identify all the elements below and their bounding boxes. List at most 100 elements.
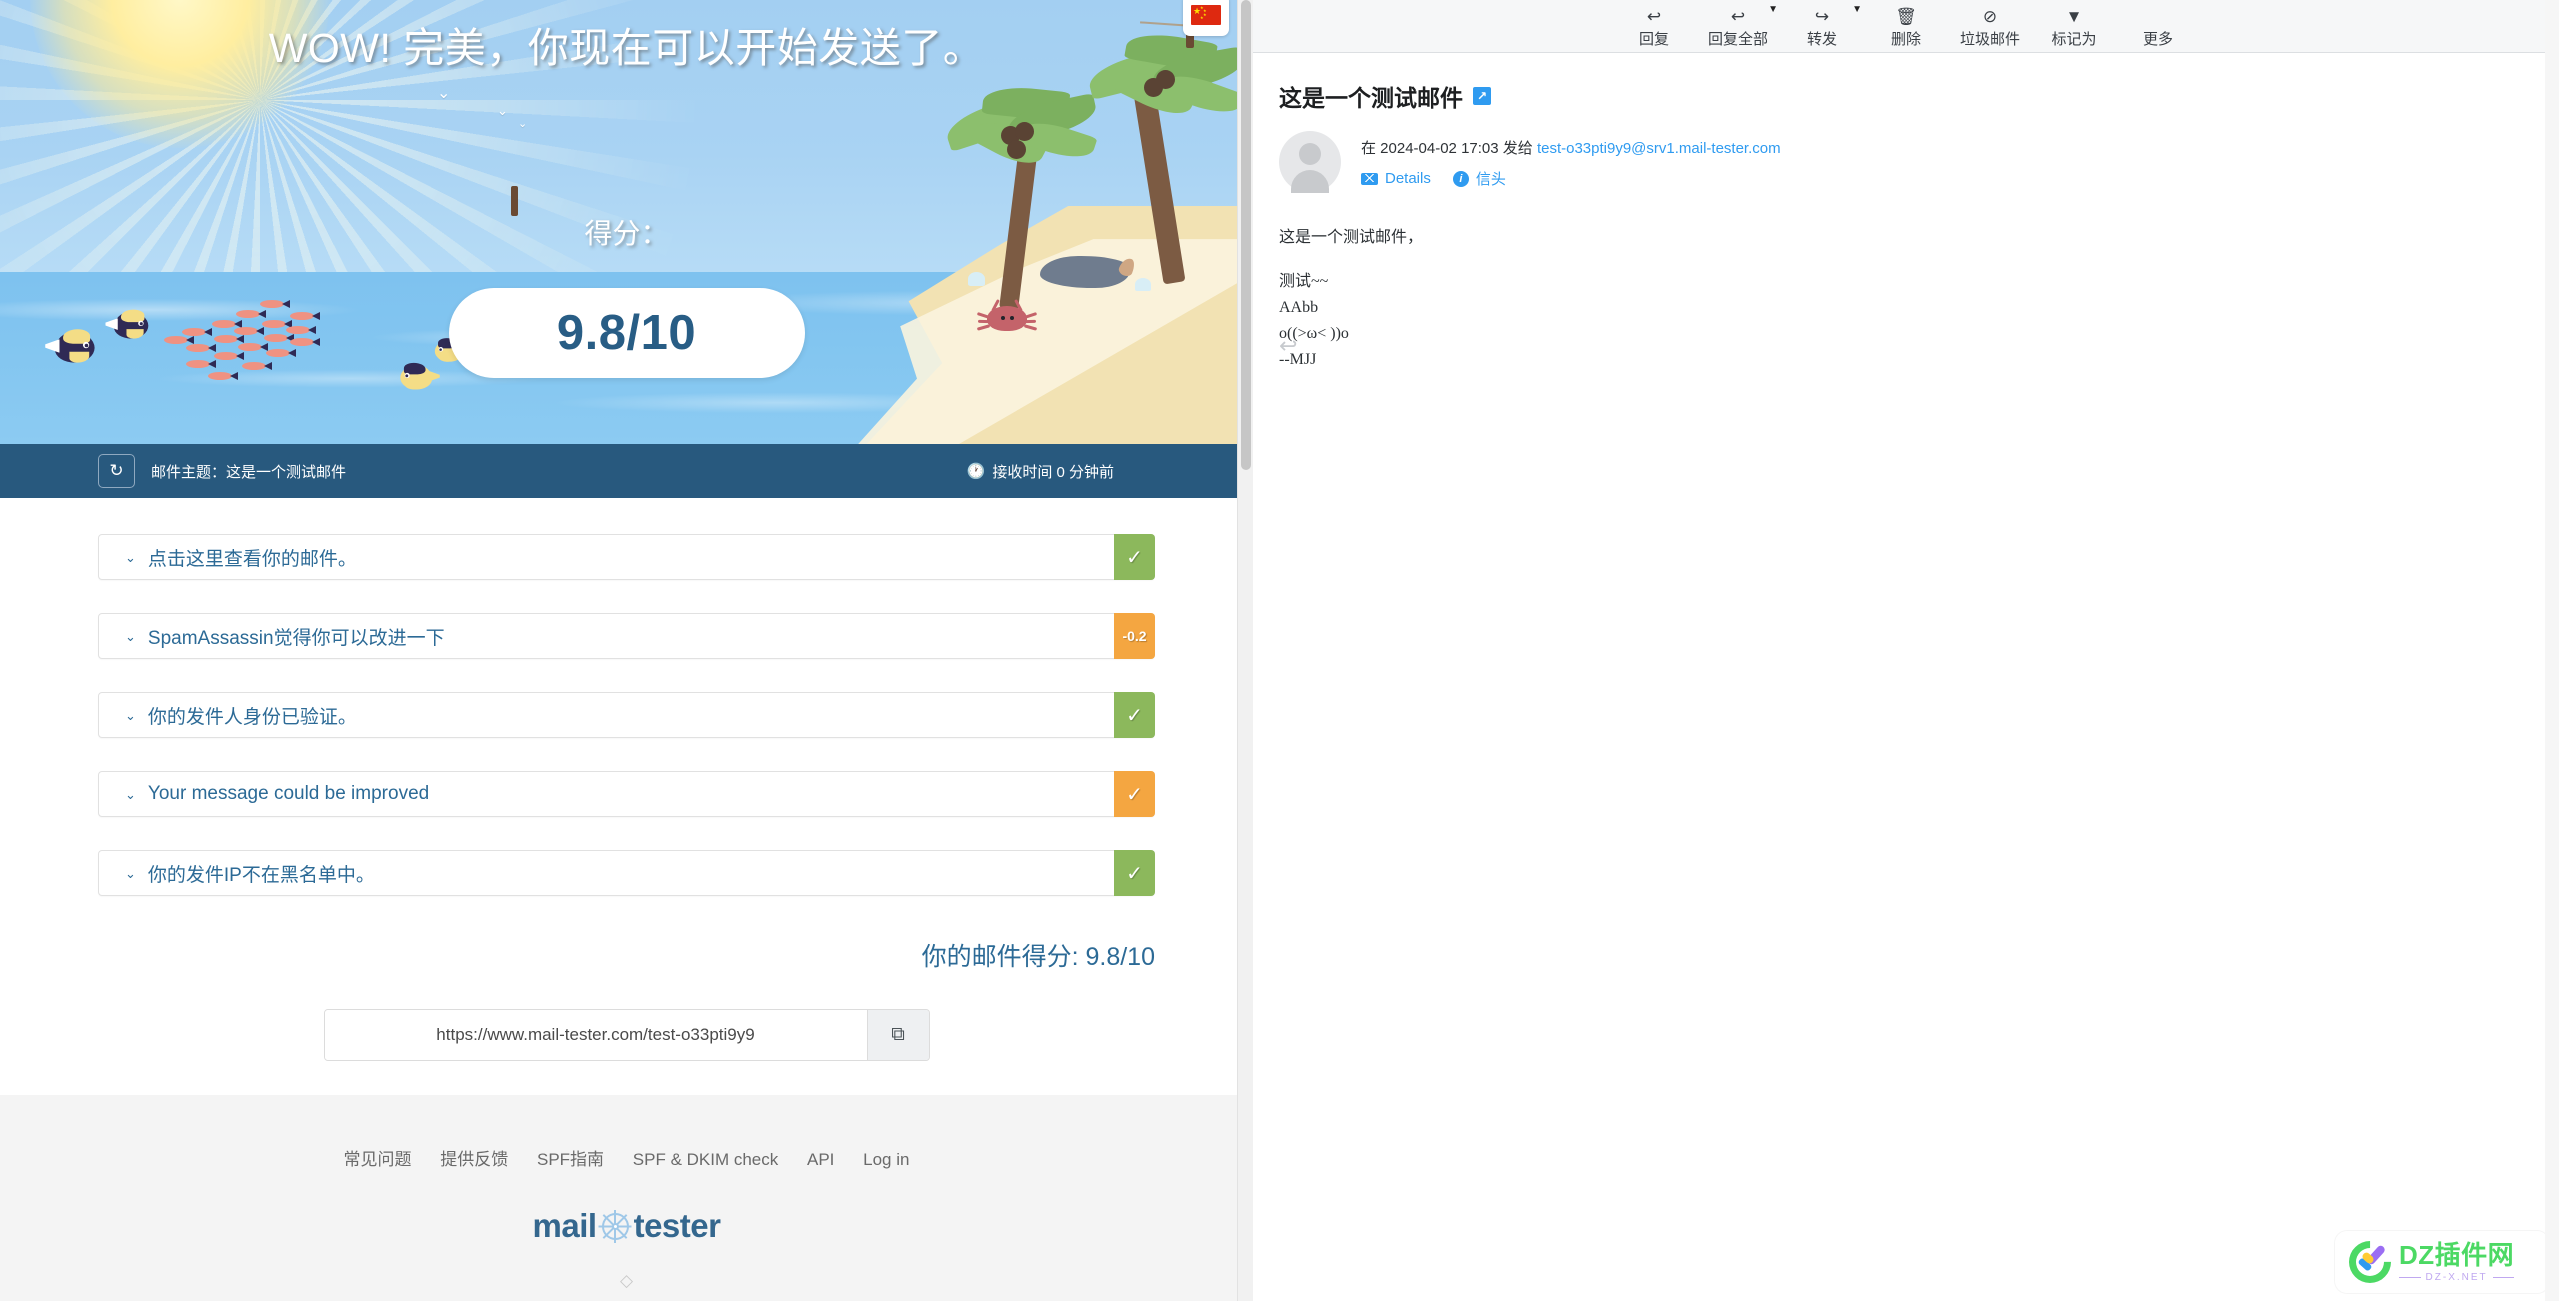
- chevron-down-icon: ⌄: [125, 786, 136, 802]
- footer-link-spf-guide[interactable]: SPF指南: [537, 1150, 604, 1169]
- more-button[interactable]: 更多: [2116, 8, 2200, 47]
- delete-button[interactable]: 🗑 删除: [1864, 8, 1948, 47]
- badge-value: -0.2: [1122, 628, 1147, 644]
- refresh-button[interactable]: ↻: [98, 454, 135, 488]
- watermark-subtitle: DZ-X.NET: [2425, 1271, 2488, 1283]
- reply-all-label: 回复全部: [1707, 31, 1768, 48]
- copy-button[interactable]: ⧉: [866, 1010, 929, 1060]
- mail-body-content: 这是一个测试邮件， 测试~~ AAbb o((>ω< ))o --MJJ: [1279, 225, 2559, 373]
- reply-icon: ↩: [1646, 7, 1662, 26]
- mail-body-line: 这是一个测试邮件，: [1279, 229, 1424, 246]
- logo-text-tester: tester: [633, 1207, 721, 1244]
- left-pane-scrollbar[interactable]: [1237, 0, 1253, 1301]
- status-badge: ✓: [1114, 850, 1155, 896]
- status-badge: ✓: [1114, 771, 1155, 817]
- reply-all-icon: ↩: [1730, 7, 1746, 26]
- info-icon: i: [1452, 170, 1469, 187]
- status-badge: -0.2: [1114, 613, 1155, 659]
- recipient-address[interactable]: test-o33pti9y9@srv1.mail-tester.com: [1537, 140, 1781, 157]
- badge-value: ✓: [1126, 862, 1143, 885]
- total-score: 你的邮件得分: 9.8/10: [921, 943, 1155, 971]
- more-label: 更多: [2143, 31, 2174, 48]
- status-badge: ✓: [1114, 534, 1155, 580]
- footer-links: 常见问题 提供反馈 SPF指南 SPF & DKIM check API Log…: [0, 1145, 1253, 1170]
- check-row[interactable]: ⌄ SpamAssassin觉得你可以改进一下 -0.2: [98, 613, 1155, 659]
- page-footer: 常见问题 提供反馈 SPF指南 SPF & DKIM check API Log…: [0, 1095, 1253, 1301]
- footer-link-login[interactable]: Log in: [863, 1150, 909, 1169]
- mail-date-recipient: 在 2024-04-02 17:03 发给 test-o33pti9y9@srv…: [1361, 137, 1781, 158]
- result-url-input[interactable]: https://www.mail-tester.com/test-o33pti9…: [324, 1010, 867, 1060]
- mail-subject-heading: 这是一个测试邮件 ↗: [1279, 79, 2559, 113]
- score-label: 得分：: [584, 218, 669, 249]
- chevron-down-icon: ⌄: [125, 628, 136, 644]
- check-row[interactable]: ⌄ 你的发件人身份已验证。 ✓: [98, 692, 1155, 738]
- seagull-icon: ⌄: [518, 118, 528, 130]
- mail-toolbar: ↩ 回复 ↩ ▼ 回复全部 ↪ ▼ 转发 🗑 删除 ⊘ 垃圾邮件 ▼ 标记为 更…: [1253, 0, 2559, 53]
- spam-button[interactable]: ⊘ 垃圾邮件: [1948, 8, 2032, 47]
- details-link[interactable]: Details: [1361, 170, 1431, 187]
- mark-as-button[interactable]: ▼ 标记为: [2032, 8, 2116, 47]
- left-scrollbar-thumb[interactable]: [1241, 0, 1251, 470]
- mail-meta: 在 2024-04-02 17:03 发给 test-o33pti9y9@srv…: [1279, 131, 2559, 193]
- check-row[interactable]: ⌄ 点击这里查看你的邮件。 ✓: [98, 534, 1155, 580]
- headers-label: 信头: [1475, 171, 1506, 188]
- logo-text-mail: mail: [532, 1207, 598, 1244]
- watermark-subtitle-row: DZ-X.NET: [2399, 1271, 2515, 1283]
- check-label: 你的发件IP不在黑名单中。: [147, 864, 375, 886]
- ship-wheel-icon: [598, 1209, 632, 1243]
- mail-meta-links: Details i 信头: [1361, 168, 1781, 189]
- reply-area-icon[interactable]: ↩: [1279, 333, 1297, 359]
- mail-view: 这是一个测试邮件 ↗ 在 2024-04-02 17:03 发给 test-o3…: [1253, 53, 2559, 373]
- watermark-title: DZ插件网: [2399, 1239, 2515, 1270]
- received-time-text: 接收时间 0 分钟前: [992, 463, 1114, 481]
- mail-date-prefix: 在 2024-04-02 17:03 发给: [1361, 140, 1533, 157]
- reply-label: 回复: [1638, 31, 1669, 48]
- badge-value: ✓: [1126, 704, 1143, 727]
- more-icon: [2128, 8, 2188, 25]
- scroll-down-indicator[interactable]: ◇: [0, 1271, 1253, 1291]
- spam-label: 垃圾邮件: [1960, 31, 2021, 48]
- refresh-icon: ↻: [109, 461, 124, 480]
- crab-icon: [976, 299, 1038, 338]
- headers-link[interactable]: i 信头: [1452, 168, 1506, 189]
- seagull-icon: ⌄: [437, 85, 451, 102]
- webmail-panel: ↩ 回复 ↩ ▼ 回复全部 ↪ ▼ 转发 🗑 删除 ⊘ 垃圾邮件 ▼ 标记为 更…: [1253, 0, 2559, 1301]
- shell-icon: [1135, 278, 1151, 291]
- delete-label: 删除: [1890, 31, 1921, 48]
- chevron-down-icon[interactable]: ▼: [1852, 5, 1862, 15]
- email-info-bar: ↻ 邮件主题：这是一个测试邮件 🕐 接收时间 0 分钟前: [0, 444, 1253, 498]
- envelope-icon: [1361, 172, 1378, 185]
- rock-icon: [1040, 256, 1130, 288]
- footer-link-faq[interactable]: 常见问题: [344, 1150, 412, 1169]
- mail-tester-logo[interactable]: mail tester: [0, 1207, 1253, 1245]
- avatar: [1279, 131, 1341, 193]
- clock-icon: 🕐: [966, 463, 986, 480]
- mail-body-line: AAbb: [1279, 298, 1319, 316]
- chevron-down-icon[interactable]: ▼: [1768, 5, 1778, 15]
- reply-button[interactable]: ↩ 回复: [1612, 8, 1696, 47]
- check-row[interactable]: ⌄ Your message could be improved ✓: [98, 771, 1155, 817]
- mail-body-line: 测试~~: [1279, 272, 1329, 290]
- badge-value: ✓: [1126, 783, 1143, 806]
- right-pane-scrollbar[interactable]: [2545, 0, 2559, 1301]
- reply-all-button[interactable]: ↩ ▼ 回复全部: [1696, 5, 1780, 48]
- chevron-down-icon: ⌄: [125, 707, 136, 723]
- chevron-down-icon: ⌄: [125, 865, 136, 881]
- seagull-icon: ⌄: [497, 103, 508, 118]
- forward-icon: ↪: [1814, 7, 1830, 26]
- spam-icon: ⊘: [1982, 7, 1998, 26]
- email-subject-info: 邮件主题：这是一个测试邮件: [151, 463, 347, 481]
- footer-link-spf-dkim-check[interactable]: SPF & DKIM check: [633, 1150, 778, 1169]
- mail-body-line: o((>ω< ))o: [1279, 324, 1349, 342]
- mail-subject-text: 这是一个测试邮件: [1279, 85, 1463, 111]
- footer-link-api[interactable]: API: [807, 1150, 834, 1169]
- status-badge: ✓: [1114, 692, 1155, 738]
- language-selector[interactable]: ★ ★ ★ ★ ★: [1183, 0, 1229, 36]
- check-label: 点击这里查看你的邮件。: [147, 548, 357, 570]
- forward-button[interactable]: ↪ ▼ 转发: [1780, 5, 1864, 48]
- mail-body-line: --MJJ: [1279, 350, 1317, 368]
- external-link-icon[interactable]: ↗: [1473, 87, 1491, 105]
- check-list: ⌄ 点击这里查看你的邮件。 ✓ ⌄ SpamAssassin觉得你可以改进一下 …: [0, 498, 1253, 896]
- footer-link-feedback[interactable]: 提供反馈: [440, 1150, 508, 1169]
- check-row[interactable]: ⌄ 你的发件IP不在黑名单中。 ✓: [98, 850, 1155, 896]
